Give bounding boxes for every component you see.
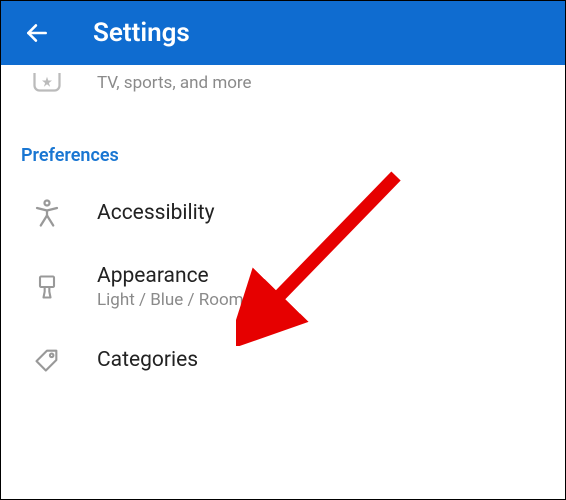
settings-row-partial[interactable]: TV, sports, and more — [1, 65, 565, 121]
settings-row-categories[interactable]: Categories — [1, 328, 565, 392]
tag-icon — [25, 346, 69, 374]
arrow-left-icon — [24, 20, 50, 46]
settings-row-subtitle: Light / Blue / Roomy — [97, 290, 252, 310]
settings-row-title: Categories — [97, 348, 198, 372]
settings-row-accessibility[interactable]: Accessibility — [1, 180, 565, 246]
star-badge-icon — [25, 73, 69, 103]
section-header-preferences: Preferences — [1, 121, 565, 180]
settings-row-subtitle: TV, sports, and more — [97, 73, 252, 93]
settings-row-title: Accessibility — [97, 201, 215, 225]
settings-row-appearance[interactable]: Appearance Light / Blue / Roomy — [1, 246, 565, 328]
page-title: Settings — [93, 18, 190, 48]
back-button[interactable] — [17, 13, 57, 53]
accessibility-icon — [25, 198, 69, 228]
settings-content: TV, sports, and more Preferences Accessi… — [1, 65, 565, 392]
settings-row-title: Appearance — [97, 264, 252, 288]
app-header: Settings — [1, 1, 565, 65]
paintbrush-icon — [25, 273, 69, 301]
